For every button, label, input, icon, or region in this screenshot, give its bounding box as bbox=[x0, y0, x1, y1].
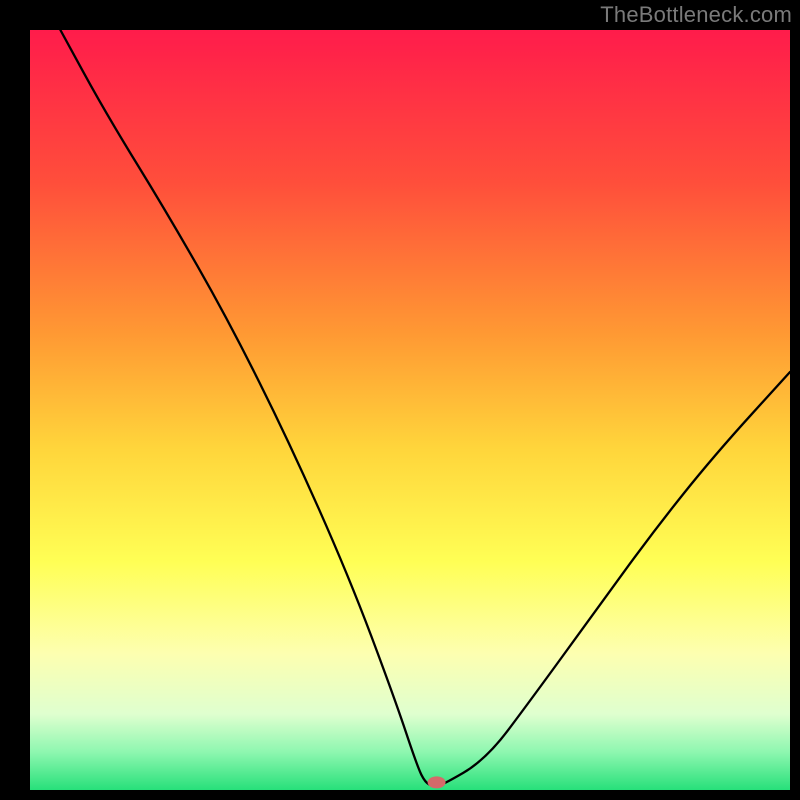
plot-background bbox=[30, 30, 790, 790]
bottleneck-chart bbox=[0, 0, 800, 800]
watermark-text: TheBottleneck.com bbox=[600, 2, 792, 28]
chart-frame: TheBottleneck.com bbox=[0, 0, 800, 800]
optimal-marker bbox=[428, 776, 446, 788]
